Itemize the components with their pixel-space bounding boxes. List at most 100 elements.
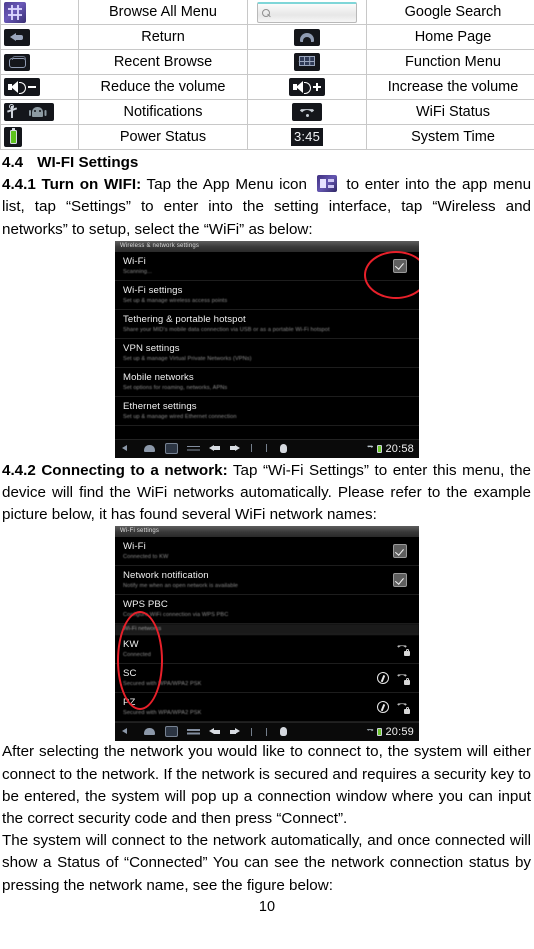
list-item-subtitle: Configure WiFi connection via WPS PBC (123, 612, 229, 619)
paragraph-4-4-2: 4.4.2 Connecting to a network: Tap “Wi-F… (0, 460, 534, 527)
network-name: PZ (123, 697, 136, 709)
icon-cell-recent-browse (0, 49, 79, 75)
list-item-title: Network notification (123, 570, 209, 582)
dot-icon (264, 727, 270, 736)
back-arrow-icon[interactable] (121, 443, 134, 454)
list-item[interactable]: Wi-Fi Connected to KW (115, 537, 419, 567)
network-name: KW (123, 639, 139, 651)
function-menu-grid-icon (294, 53, 320, 71)
icon-cell-return (0, 24, 79, 50)
subsection-label-4-4-1: 4.4.1 Turn on WIFI: (2, 176, 142, 194)
battery-icon (377, 444, 383, 453)
status-time: 20:58 (385, 442, 414, 455)
recent-apps-icon (4, 53, 30, 71)
label-browse-all-menu: Browse All Menu (78, 0, 248, 25)
icon-cell-home-page (247, 24, 367, 50)
volume-up-icon[interactable] (229, 726, 240, 737)
list-item[interactable]: Tethering & portable hotspot Share your … (115, 310, 419, 339)
list-item[interactable]: SC Secured with WPA/WPA2 PSK (115, 664, 419, 694)
label-system-time: System Time (366, 124, 534, 150)
icon-cell-reduce-volume (0, 74, 79, 100)
network-notification-checkbox[interactable] (393, 573, 407, 588)
section-heading-4-4: 4.4 WI-FI Settings (0, 152, 534, 174)
list-item-subtitle: Set up & manage wireless access points (123, 297, 228, 304)
volume-down-icon[interactable] (209, 443, 220, 454)
label-wifi-status: WiFi Status (366, 99, 534, 125)
icon-cell-google-search (247, 0, 367, 25)
list-item[interactable]: Wi-Fi Scanning... (115, 252, 419, 281)
text-before-appmenu-icon: Tap the App Menu icon (141, 176, 313, 194)
menu-lines-icon[interactable] (187, 726, 200, 737)
list-item[interactable]: Mobile networks Set options for roaming,… (115, 368, 419, 397)
section-number: 4.4 (2, 154, 24, 171)
list-item[interactable]: Ethernet settings Set up & manage wired … (115, 397, 419, 426)
paragraph-4-4-1: 4.4.1 Turn on WIFI: Tap the App Menu ico… (0, 174, 534, 241)
battery-icon (4, 127, 22, 147)
list-item[interactable]: VPN settings Set up & manage Virtual Pri… (115, 339, 419, 368)
usb-icon (249, 727, 255, 736)
wifi-toggle-checkbox[interactable] (393, 258, 407, 273)
volume-up-icon (289, 78, 325, 96)
icon-reference-table: Browse All Menu Google Search Return Hom… (0, 0, 534, 150)
navigation-button-group (121, 726, 288, 738)
home-house-icon[interactable] (143, 443, 156, 454)
icon-cell-power-status (0, 124, 79, 150)
page-number: 10 (258, 898, 276, 915)
app-menu-grid-icon (316, 175, 337, 193)
network-status: Secured with WPA/WPA2 PSK (123, 681, 202, 688)
screenshot1-list: Wi-Fi Scanning... Wi-Fi settings Set up … (115, 252, 419, 439)
list-item-subtitle: Set up & manage Virtual Private Networks… (123, 355, 252, 362)
wifi-signal-icon (366, 445, 375, 449)
figure-wifi-settings-networks: Wi-Fi settings Wi-Fi Connected to KW Net… (0, 526, 534, 742)
volume-down-icon[interactable] (209, 726, 220, 737)
home-house-icon[interactable] (143, 726, 156, 737)
label-function-menu: Function Menu (366, 49, 534, 75)
volume-up-icon[interactable] (229, 443, 240, 454)
network-status: Connected (123, 652, 151, 659)
wifi-toggle-checkbox[interactable] (393, 544, 407, 559)
wps-icon (377, 672, 389, 685)
wps-icon (377, 701, 389, 714)
screenshot2-list: Wi-Fi Connected to KW Network notificati… (115, 537, 419, 723)
list-item[interactable]: KW Connected (115, 635, 419, 665)
network-name: SC (123, 668, 137, 680)
paragraph-after-select: After selecting the network you would li… (2, 743, 531, 828)
list-item-subtitle: Scanning... (123, 268, 153, 275)
recent-apps-icon[interactable] (165, 726, 178, 738)
list-item-title: VPN settings (123, 342, 180, 354)
wifi-lock-icon (396, 701, 410, 715)
android-system-bar: 20:59 (115, 722, 419, 742)
navigation-button-group (121, 442, 288, 454)
android-robot-icon (279, 726, 288, 737)
table-row: Power Status 3:45 System Time (0, 124, 534, 150)
list-item[interactable]: Wi-Fi settings Set up & manage wireless … (115, 281, 419, 310)
label-notifications: Notifications (78, 99, 248, 125)
list-item-subtitle: Set options for roaming, networks, APNs (123, 384, 228, 391)
list-item-subtitle: Notify me when an open network is availa… (123, 583, 238, 590)
subsection-label-4-4-2: 4.4.2 Connecting to a network: (2, 461, 228, 479)
list-item[interactable]: Network notification Notify me when an o… (115, 566, 419, 596)
app-menu-grid-icon (4, 1, 26, 23)
list-item[interactable]: PZ Secured with WPA/WPA2 PSK (115, 693, 419, 723)
label-power-status: Power Status (78, 124, 248, 150)
list-item-subtitle: Set up & manage wired Ethernet connectio… (123, 413, 237, 420)
label-reduce-volume: Reduce the volume (78, 74, 248, 100)
android-screenshot-1: Wireless & network settings Wi-Fi Scanni… (115, 240, 419, 458)
list-item-title: Wi-Fi (123, 541, 146, 553)
table-row: Notifications WiFi Status (0, 99, 534, 125)
menu-lines-icon[interactable] (187, 443, 200, 454)
list-item-subtitle: Share your MID's mobile data connection … (123, 326, 330, 333)
icon-cell-wifi-status (247, 99, 367, 125)
icon-cell-function-menu (247, 49, 367, 75)
table-row: Browse All Menu Google Search (0, 0, 534, 25)
dot-icon (264, 444, 270, 453)
back-arrow-icon[interactable] (121, 726, 134, 737)
wifi-signal-icon (292, 103, 322, 121)
android-screenshot-2: Wi-Fi settings Wi-Fi Connected to KW Net… (115, 526, 419, 742)
label-google-search: Google Search (366, 0, 534, 25)
list-item-title: Wi-Fi settings (123, 284, 183, 296)
recent-apps-icon[interactable] (165, 442, 178, 454)
usb-icon (249, 444, 255, 453)
back-arrow-icon (4, 28, 30, 46)
list-item[interactable]: WPS PBC Configure WiFi connection via WP… (115, 595, 419, 625)
